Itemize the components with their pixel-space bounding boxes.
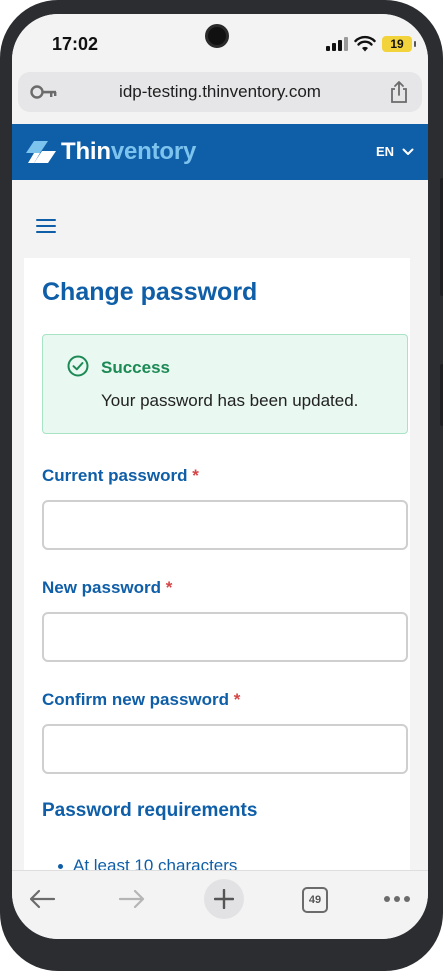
new-password-input[interactable] (42, 612, 408, 662)
camera-cutout (205, 24, 229, 48)
logo-text-ventory: ventory (110, 138, 197, 165)
success-alert: Success Your password has been updated. (42, 334, 408, 434)
confirm-password-input[interactable] (42, 724, 408, 774)
page-title: Change password (42, 278, 258, 306)
thinventory-logo[interactable]: Thinventory (26, 138, 196, 166)
app-header: Thinventory EN (12, 124, 428, 180)
new-password-label: New password * (42, 578, 173, 597)
required-mark: * (233, 690, 241, 709)
logo-text-thin: Thin (61, 138, 111, 165)
required-mark: * (192, 466, 199, 485)
new-tab-button[interactable] (204, 879, 244, 919)
battery-icon: 19 (382, 36, 416, 52)
current-password-label: Current password * (42, 466, 199, 485)
forward-arrow-icon[interactable] (118, 888, 146, 910)
browser-toolbar: 49 (12, 870, 428, 939)
status-time: 17:02 (52, 34, 99, 54)
chevron-down-icon (402, 148, 414, 155)
status-bar: 17:02 19 (12, 14, 428, 70)
current-password-input[interactable] (42, 500, 408, 550)
alert-title: Success (101, 358, 170, 377)
language-label: EN (375, 144, 394, 159)
wifi-icon (354, 35, 376, 52)
address-bar[interactable]: idp-testing.thinventory.com (18, 72, 422, 112)
confirm-password-label: Confirm new password * (42, 690, 241, 709)
alert-message: Your password has been updated. (101, 391, 359, 410)
tabs-count-button[interactable]: 49 (302, 887, 328, 913)
required-mark: * (165, 578, 173, 597)
plus-icon (214, 889, 234, 909)
back-arrow-icon[interactable] (28, 888, 56, 910)
language-selector[interactable]: EN (376, 144, 414, 159)
password-requirements-title: Password requirements (42, 800, 258, 821)
check-circle-icon (67, 355, 89, 377)
screen: 17:02 19 idp-testing.thinventory.com Thi… (12, 14, 428, 939)
share-icon[interactable] (388, 80, 410, 104)
bullet (58, 863, 63, 869)
menu-icon[interactable] (36, 219, 56, 233)
phone-frame: 17:02 19 idp-testing.thinventory.com Thi… (0, 0, 443, 971)
more-options-icon[interactable] (384, 896, 412, 904)
signal-icon (326, 37, 348, 51)
logo-cube-icon (26, 141, 56, 163)
url-text[interactable]: idp-testing.thinventory.com (18, 82, 422, 102)
